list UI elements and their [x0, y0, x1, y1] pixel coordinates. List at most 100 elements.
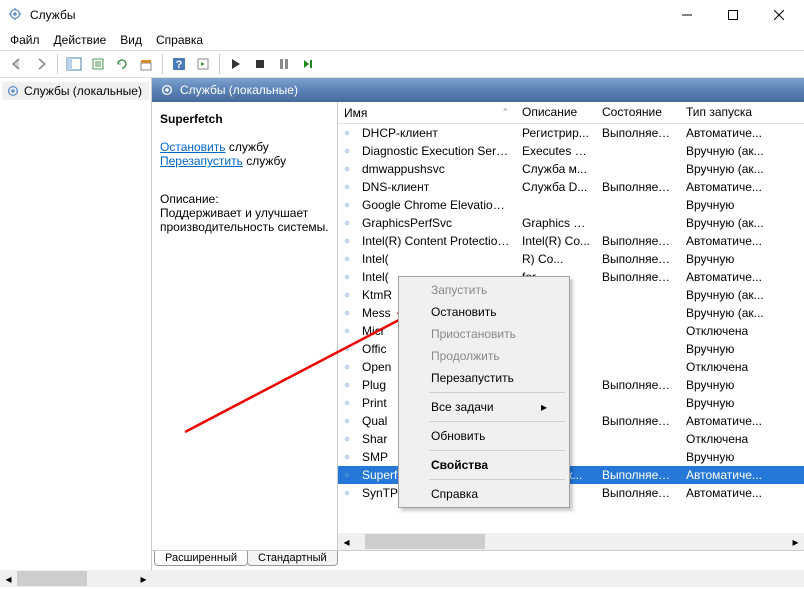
service-icon	[338, 306, 356, 320]
scroll-right-button[interactable]: ▸	[787, 533, 804, 550]
forward-button[interactable]	[30, 53, 52, 75]
menu-view[interactable]: Вид	[120, 33, 142, 47]
service-icon	[338, 216, 356, 230]
restart-service-link-row: Перезапустить службу	[160, 154, 329, 168]
minimize-button[interactable]	[664, 0, 710, 30]
service-startup-type: Отключена	[680, 432, 776, 446]
service-startup-type: Автоматиче...	[680, 468, 776, 482]
column-header-name[interactable]: Имя⌃	[338, 102, 516, 123]
tab-standard[interactable]: Стандартный	[247, 551, 338, 566]
service-state: Выполняется	[596, 270, 680, 284]
service-icon	[338, 342, 356, 356]
service-icon	[338, 378, 356, 392]
scrollbar-thumb[interactable]	[365, 534, 485, 549]
service-icon	[338, 360, 356, 374]
service-startup-type: Автоматиче...	[680, 180, 776, 194]
menu-file[interactable]: Файл	[10, 33, 40, 47]
tree-scroll-left-button[interactable]: ◂	[0, 570, 17, 587]
service-startup-type: Автоматиче...	[680, 126, 776, 140]
ctx-properties[interactable]: Свойства	[401, 454, 567, 476]
service-state: Выполняется	[596, 414, 680, 428]
service-startup-type: Вручную	[680, 396, 776, 410]
ctx-help[interactable]: Справка	[401, 483, 567, 505]
service-state: Выполняется	[596, 234, 680, 248]
service-startup-type: Отключена	[680, 360, 776, 374]
toolbar: ?	[0, 50, 804, 78]
pane-header: Службы (локальные)	[152, 78, 804, 102]
stop-button[interactable]	[249, 53, 271, 75]
service-row[interactable]: DNS-клиентСлужба D...ВыполняетсяАвтомати…	[338, 178, 804, 196]
svg-text:?: ?	[176, 59, 183, 71]
column-header-startup-type[interactable]: Тип запуска	[680, 102, 776, 123]
pause-button[interactable]	[273, 53, 295, 75]
export-list-button[interactable]	[87, 53, 109, 75]
stop-service-link[interactable]: Остановить	[160, 140, 226, 154]
service-startup-type: Вручную (ак...	[680, 216, 776, 230]
service-icon	[338, 180, 356, 194]
service-startup-type: Отключена	[680, 324, 776, 338]
app-icon	[8, 7, 24, 23]
restart-button[interactable]	[297, 53, 319, 75]
show-hide-tree-button[interactable]	[63, 53, 85, 75]
ctx-restart[interactable]: Перезапустить	[401, 367, 567, 389]
service-startup-type: Вручную	[680, 252, 776, 266]
service-row[interactable]: dmwappushsvcСлужба м...Вручную (ак...	[338, 160, 804, 178]
service-icon	[338, 486, 356, 500]
properties-button[interactable]	[135, 53, 157, 75]
service-description: Graphics p...	[516, 216, 596, 230]
service-row[interactable]: Intel(R) Co...ВыполняетсяВручную	[338, 250, 804, 268]
service-row[interactable]: Intel(R) Content Protection ...Intel(R) …	[338, 232, 804, 250]
menu-bar: Файл Действие Вид Справка	[0, 30, 804, 50]
column-header-state[interactable]: Состояние	[596, 102, 680, 123]
service-row[interactable]: GraphicsPerfSvcGraphics p...Вручную (ак.…	[338, 214, 804, 232]
close-button[interactable]	[756, 0, 802, 30]
maximize-button[interactable]	[710, 0, 756, 30]
service-description: Intel(R) Co...	[516, 234, 596, 248]
ctx-refresh[interactable]: Обновить	[401, 425, 567, 447]
service-name: Google Chrome Elevation S...	[356, 198, 516, 212]
help-button[interactable]: ?	[168, 53, 190, 75]
action-button[interactable]	[192, 53, 214, 75]
pane-header-title: Службы (локальные)	[180, 83, 298, 97]
service-icon	[338, 324, 356, 338]
ctx-stop[interactable]: Остановить	[401, 301, 567, 323]
service-state: Выполняется	[596, 126, 680, 140]
description-text: Поддерживает и улучшает производительнос…	[160, 206, 329, 234]
restart-service-link[interactable]: Перезапустить	[160, 154, 243, 168]
service-icon	[338, 270, 356, 284]
service-row[interactable]: Google Chrome Elevation S...Вручную	[338, 196, 804, 214]
refresh-button[interactable]	[111, 53, 133, 75]
service-icon	[338, 396, 356, 410]
service-state: Выполняется	[596, 378, 680, 392]
service-icon	[338, 198, 356, 212]
view-tabs: Расширенный Стандартный	[152, 550, 804, 570]
tree-scroll-right-button[interactable]: ▸	[135, 570, 152, 587]
services-icon	[6, 84, 20, 98]
tree-root-node[interactable]: Службы (локальные)	[2, 82, 149, 100]
service-description: Executes di...	[516, 144, 596, 158]
service-name: Intel(	[356, 252, 516, 266]
window-title: Службы	[30, 8, 664, 22]
column-header-description[interactable]: Описание	[516, 102, 596, 123]
description-label: Описание:	[160, 192, 329, 206]
service-row[interactable]: DHCP-клиентРегистрир...ВыполняетсяАвтома…	[338, 124, 804, 142]
menu-help[interactable]: Справка	[156, 33, 203, 47]
service-row[interactable]: Diagnostic Execution ServiceExecutes di.…	[338, 142, 804, 160]
horizontal-scrollbar[interactable]: ◂ ▸	[338, 533, 804, 550]
service-icon	[338, 414, 356, 428]
back-button[interactable]	[6, 53, 28, 75]
service-name: DNS-клиент	[356, 180, 516, 194]
service-icon	[338, 468, 356, 482]
service-state: Выполняется	[596, 486, 680, 500]
play-button[interactable]	[225, 53, 247, 75]
ctx-all-tasks[interactable]: Все задачи▸	[401, 396, 567, 418]
service-icon	[338, 144, 356, 158]
context-menu: Запустить Остановить Приостановить Продо…	[398, 276, 570, 508]
tab-extended[interactable]: Расширенный	[154, 551, 248, 566]
service-description: Служба D...	[516, 180, 596, 194]
scroll-left-button[interactable]: ◂	[338, 533, 355, 550]
menu-action[interactable]: Действие	[54, 33, 107, 47]
tree-scrollbar-thumb[interactable]	[17, 571, 87, 586]
service-startup-type: Автоматиче...	[680, 270, 776, 284]
service-startup-type: Автоматиче...	[680, 486, 776, 500]
